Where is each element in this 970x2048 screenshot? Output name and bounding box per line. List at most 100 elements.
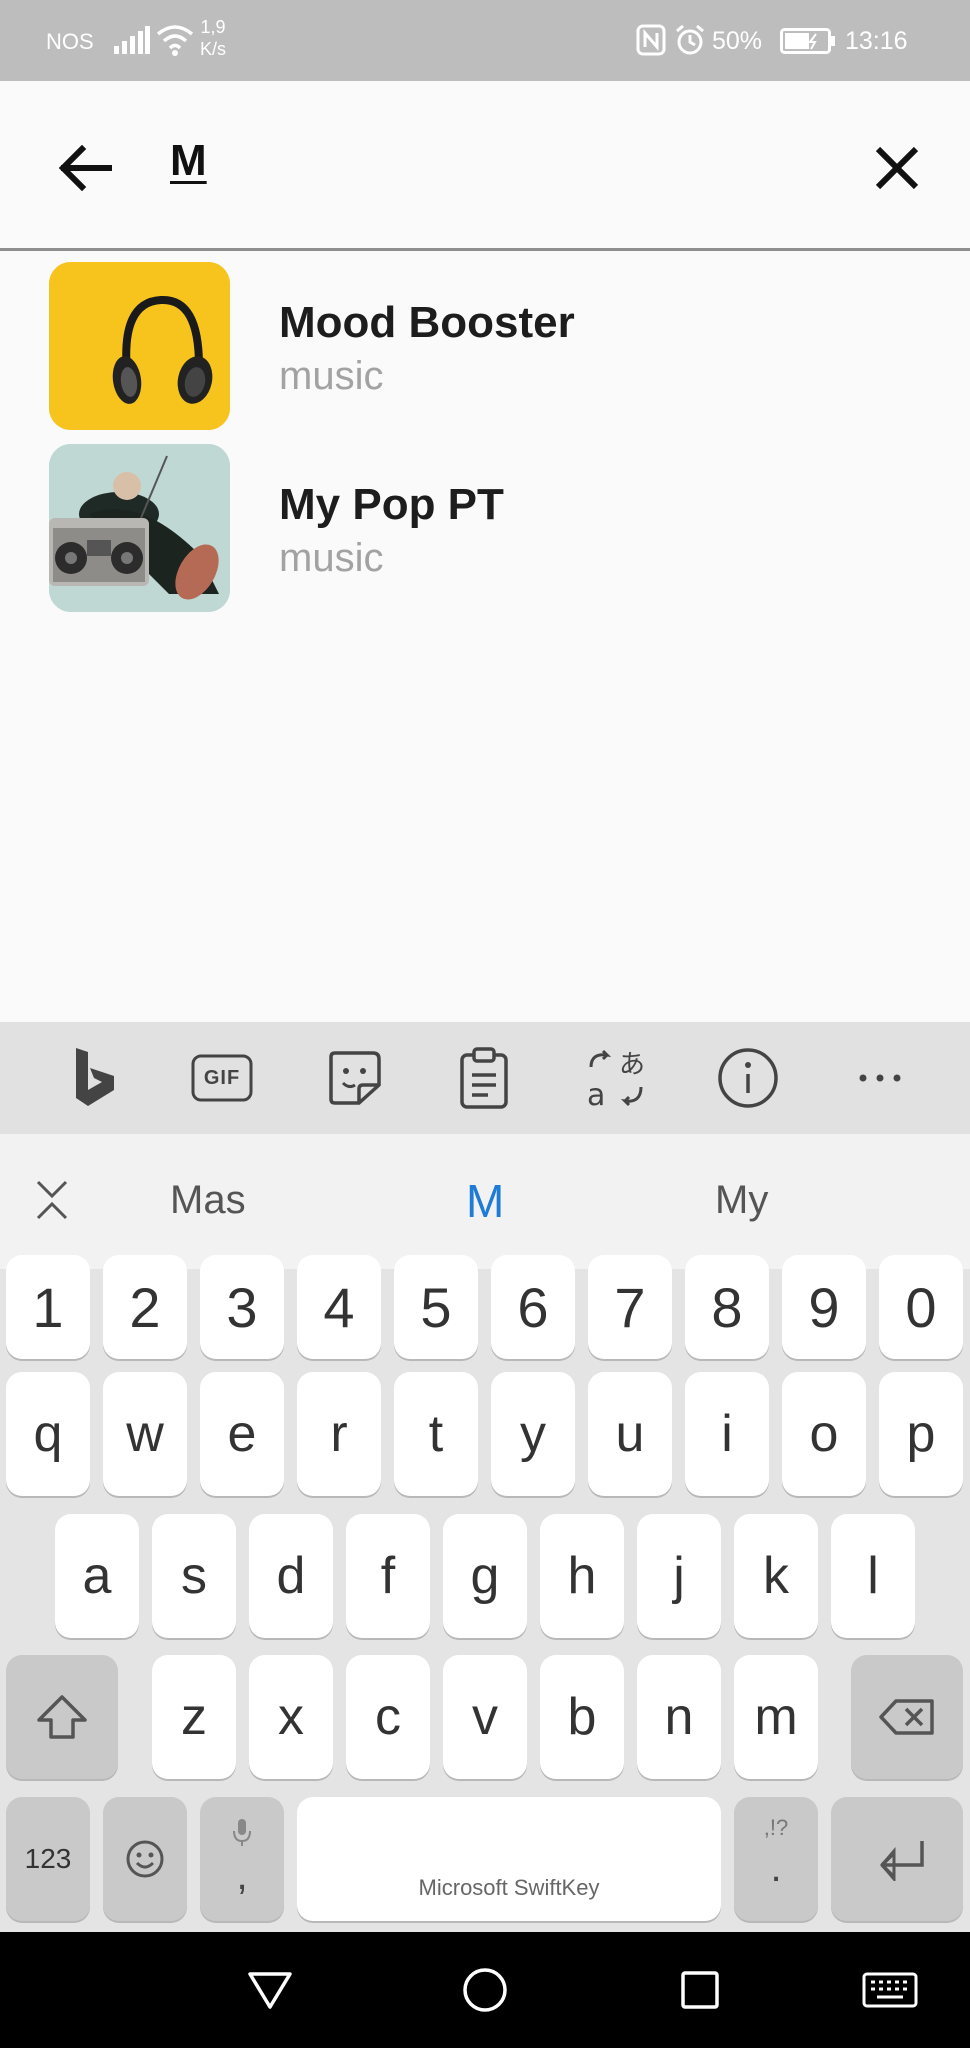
suggestion-right[interactable]: My	[715, 1178, 768, 1223]
punctuation-hint: ,!?	[763, 1815, 789, 1840]
result-item-my-pop-pt[interactable]: My Pop PT music	[0, 442, 970, 622]
keyboard-switch-button[interactable]	[860, 1962, 920, 2018]
period-label: .	[770, 1846, 782, 1890]
key-3[interactable]: 3	[200, 1255, 284, 1359]
result-subtitle: music	[279, 536, 384, 580]
shift-key[interactable]	[6, 1655, 118, 1779]
microphone-icon	[233, 1819, 251, 1846]
result-title: Mood Booster	[279, 298, 575, 347]
speed-unit: K/s	[200, 39, 227, 59]
more-icon[interactable]	[848, 1046, 912, 1110]
key-7[interactable]: 7	[588, 1255, 672, 1359]
key-p[interactable]: p	[879, 1372, 963, 1496]
alarm-icon	[674, 24, 706, 61]
key-v[interactable]: v	[443, 1655, 527, 1779]
suggestion-left[interactable]: Mas	[170, 1178, 246, 1223]
search-input[interactable]: M	[170, 136, 207, 186]
clear-search-button[interactable]	[862, 133, 932, 203]
key-1[interactable]: 1	[6, 1255, 90, 1359]
key-t[interactable]: t	[394, 1372, 478, 1496]
playlist-cover-headphones	[49, 262, 230, 430]
nav-back-button[interactable]	[240, 1962, 300, 2018]
keyboard-icon	[862, 1972, 918, 2008]
enter-icon	[880, 1841, 924, 1881]
gif-label: GIF	[203, 1066, 241, 1089]
sticker-icon[interactable]	[322, 1046, 386, 1110]
circle-home-icon	[463, 1968, 507, 2012]
comma-key[interactable]: ,	[200, 1797, 284, 1921]
result-item-mood-booster[interactable]: Mood Booster music	[0, 254, 970, 434]
square-recents-icon	[681, 1971, 719, 2009]
arrow-left-icon	[58, 145, 112, 191]
keyboard-toolbar: GIF あa	[0, 1022, 970, 1134]
key-6[interactable]: 6	[491, 1255, 575, 1359]
status-bar: NOS 1,9 K/s 50% 13:16	[0, 0, 970, 81]
key-j[interactable]: j	[637, 1514, 721, 1638]
result-subtitle: music	[279, 354, 384, 398]
battery-percent: 50%	[712, 27, 763, 55]
shift-icon	[37, 1695, 87, 1739]
key-q[interactable]: q	[6, 1372, 90, 1496]
period-key[interactable]: ,!? .	[734, 1797, 818, 1921]
back-button[interactable]	[50, 133, 120, 203]
space-label: Microsoft SwiftKey	[418, 1875, 600, 1900]
key-8[interactable]: 8	[685, 1255, 769, 1359]
svg-text:あ: あ	[619, 1050, 645, 1080]
signal-icon	[114, 26, 150, 59]
triangle-back-icon	[248, 1972, 292, 2009]
comma-label: ,	[236, 1854, 248, 1898]
gif-icon[interactable]: GIF	[190, 1046, 254, 1110]
network-speed: 1,9 K/s	[200, 16, 226, 60]
key-e[interactable]: e	[200, 1372, 284, 1496]
svg-text:a: a	[587, 1078, 605, 1109]
key-k[interactable]: k	[734, 1514, 818, 1638]
info-icon[interactable]	[716, 1046, 780, 1110]
enter-key[interactable]	[831, 1797, 963, 1921]
wifi-icon	[156, 24, 194, 61]
key-f[interactable]: f	[346, 1514, 430, 1638]
clipboard-icon[interactable]	[452, 1046, 516, 1110]
key-w[interactable]: w	[103, 1372, 187, 1496]
battery-icon	[780, 28, 836, 59]
key-s[interactable]: s	[152, 1514, 236, 1638]
key-5[interactable]: 5	[394, 1255, 478, 1359]
key-y[interactable]: y	[491, 1372, 575, 1496]
clock: 13:16	[845, 27, 908, 55]
key-2[interactable]: 2	[103, 1255, 187, 1359]
collapse-keyboard-button[interactable]	[28, 1176, 76, 1224]
nfc-icon	[636, 24, 666, 61]
suggestion-bar: Mas M My	[0, 1134, 970, 1269]
key-o[interactable]: o	[782, 1372, 866, 1496]
key-c[interactable]: c	[346, 1655, 430, 1779]
key-g[interactable]: g	[443, 1514, 527, 1638]
bing-icon[interactable]	[62, 1046, 126, 1110]
nav-home-button[interactable]	[455, 1962, 515, 2018]
close-icon	[875, 146, 919, 190]
key-h[interactable]: h	[540, 1514, 624, 1638]
space-key[interactable]: Microsoft SwiftKey	[297, 1797, 721, 1921]
nav-recents-button[interactable]	[670, 1962, 730, 2018]
backspace-key[interactable]	[851, 1655, 963, 1779]
key-d[interactable]: d	[249, 1514, 333, 1638]
backspace-icon	[879, 1699, 934, 1735]
numbers-key[interactable]: 123	[6, 1797, 90, 1921]
key-i[interactable]: i	[685, 1372, 769, 1496]
carrier-label: NOS	[46, 29, 94, 54]
key-b[interactable]: b	[540, 1655, 624, 1779]
key-u[interactable]: u	[588, 1372, 672, 1496]
navigation-bar	[0, 1932, 970, 2048]
key-4[interactable]: 4	[297, 1255, 381, 1359]
key-r[interactable]: r	[297, 1372, 381, 1496]
suggestion-center[interactable]: M	[466, 1174, 504, 1228]
playlist-cover-boombox	[49, 444, 230, 612]
emoji-key[interactable]	[103, 1797, 187, 1921]
translate-icon[interactable]: あa	[584, 1046, 648, 1110]
key-0[interactable]: 0	[879, 1255, 963, 1359]
key-m[interactable]: m	[734, 1655, 818, 1779]
key-z[interactable]: z	[152, 1655, 236, 1779]
key-n[interactable]: n	[637, 1655, 721, 1779]
key-9[interactable]: 9	[782, 1255, 866, 1359]
key-a[interactable]: a	[55, 1514, 139, 1638]
key-x[interactable]: x	[249, 1655, 333, 1779]
key-l[interactable]: l	[831, 1514, 915, 1638]
